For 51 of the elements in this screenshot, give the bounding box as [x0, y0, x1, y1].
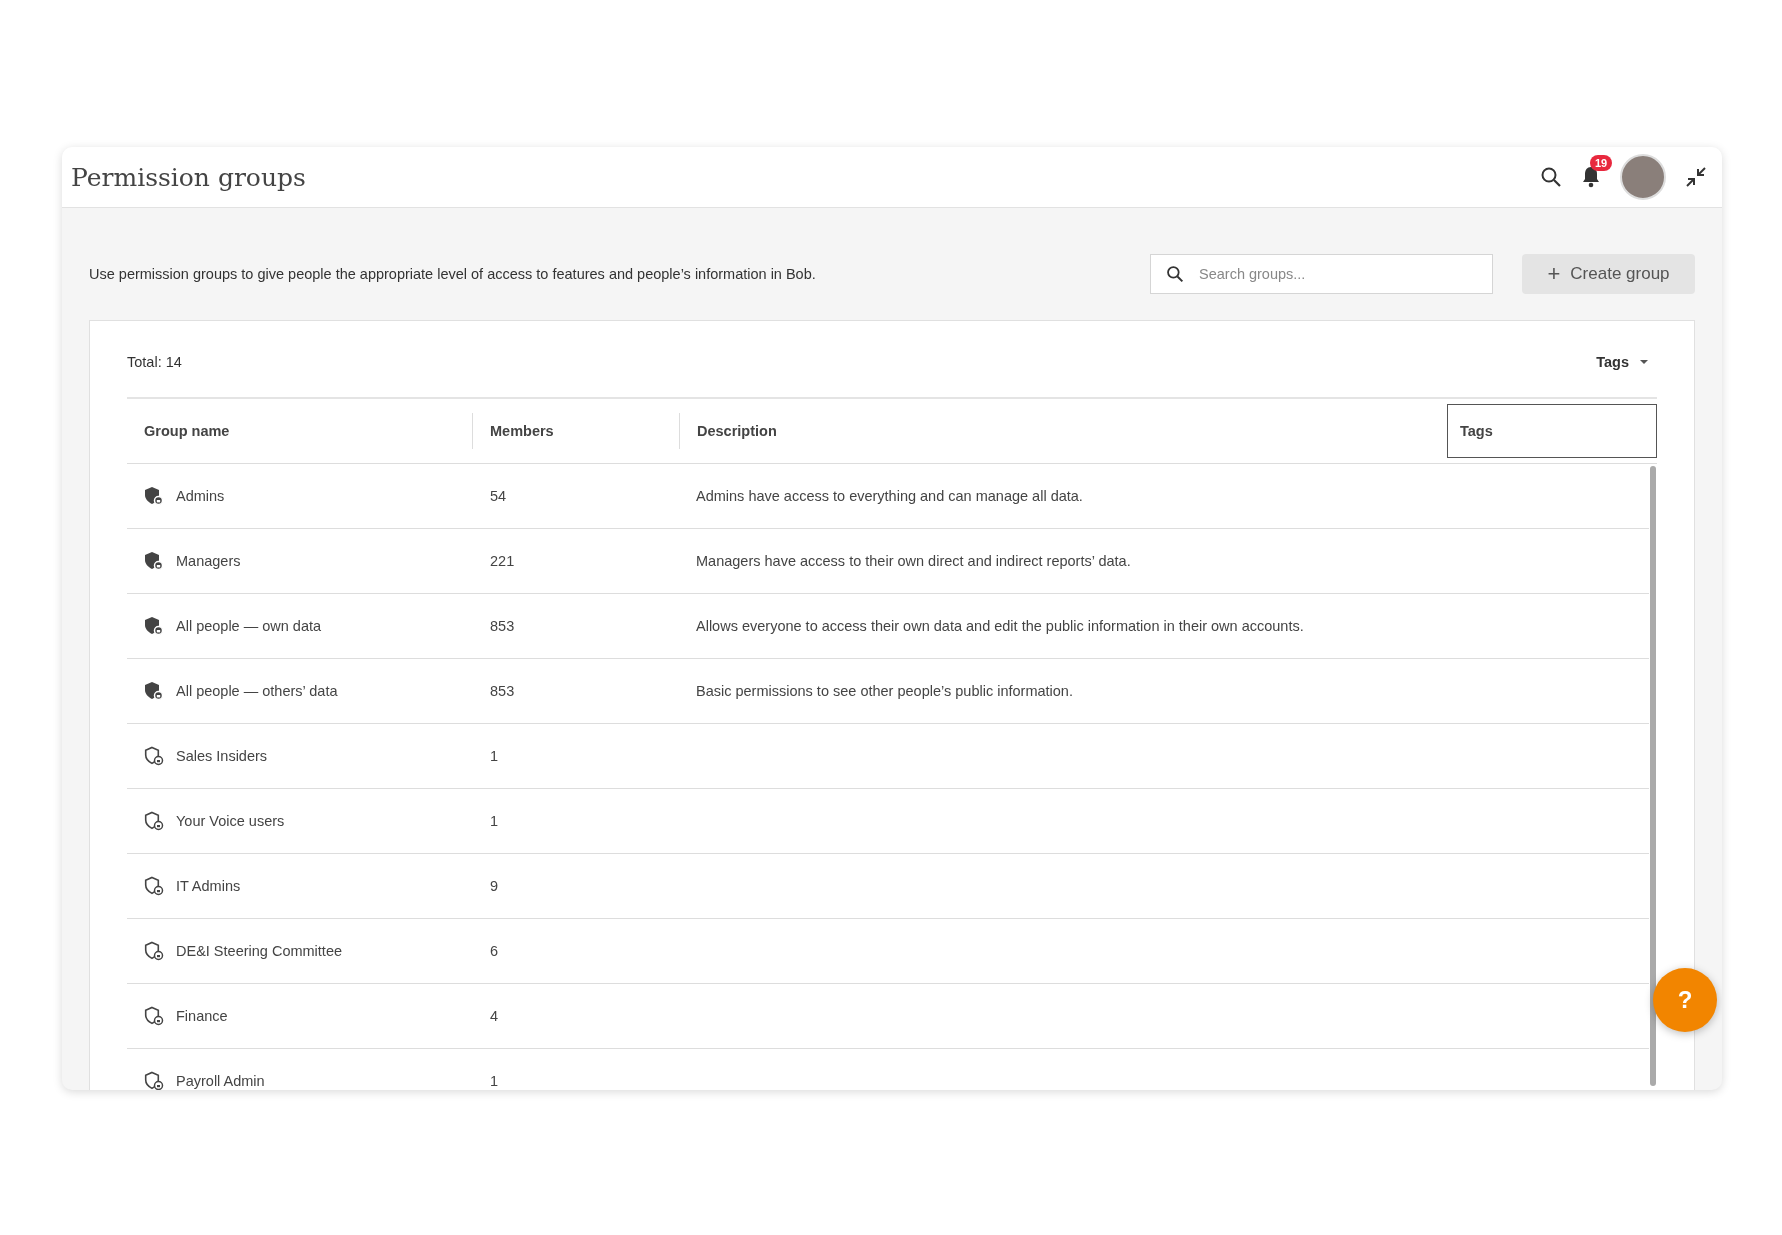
search-icon — [1166, 265, 1184, 283]
shield-icon — [144, 681, 164, 701]
column-header[interactable]: Group name — [127, 413, 472, 449]
group-description: Admins have access to everything and can manage all data. — [696, 488, 1083, 504]
bell-icon[interactable] — [1580, 165, 1602, 189]
group-name[interactable]: Finance — [176, 1008, 228, 1024]
column-header[interactable]: Members — [472, 413, 679, 449]
member-count: 853 — [490, 618, 515, 634]
group-name[interactable]: All people — others’ data — [176, 683, 338, 699]
member-count: 853 — [490, 683, 515, 699]
group-name[interactable]: DE&I Steering Committee — [176, 943, 342, 959]
group-description: Managers have access to their own direct and indirect reports’ data. — [696, 553, 1131, 569]
shield-outline-icon — [144, 1006, 164, 1026]
shield-outline-icon — [144, 876, 164, 896]
intro-text: Use permission groups to give people the appropriate level of access to features and people’s information in Bob. — [89, 266, 817, 282]
total-count: Total: 14 — [127, 354, 182, 370]
group-name[interactable]: Your Voice users — [176, 813, 285, 829]
create-group-button[interactable]: + Create group — [1522, 254, 1695, 294]
group-description: Basic permissions to see other people’s public information. — [696, 683, 1073, 699]
member-count: 6 — [490, 943, 499, 959]
group-name[interactable]: All people — own data — [176, 618, 322, 634]
member-count: 221 — [490, 553, 515, 569]
member-count: 54 — [490, 488, 507, 504]
tags-filter[interactable]: Tags — [1590, 353, 1655, 371]
column-header[interactable]: Description — [679, 413, 1447, 449]
collapse-icon[interactable] — [1684, 165, 1708, 189]
group-name[interactable]: Payroll Admin — [176, 1073, 265, 1089]
search-field[interactable]: Search groups... — [1150, 254, 1493, 294]
column-header[interactable]: Tags — [1447, 404, 1657, 458]
page-title: Permission groups — [71, 162, 306, 192]
shield-icon — [144, 486, 164, 506]
scrollbar[interactable] — [1650, 466, 1656, 1086]
member-count: 9 — [490, 878, 499, 894]
group-description: Allows everyone to access their own data and edit the public information in their own accounts. — [696, 618, 1304, 634]
caret-icon — [1639, 359, 1649, 365]
notification-badge: 19 — [1590, 155, 1613, 171]
group-name[interactable]: Sales Insiders — [176, 748, 268, 764]
member-count: 1 — [490, 1073, 499, 1089]
avatar[interactable] — [1620, 154, 1666, 200]
group-name[interactable]: IT Admins — [176, 878, 241, 894]
member-count: 1 — [490, 813, 499, 829]
shield-outline-icon — [144, 746, 164, 766]
group-name[interactable]: Managers — [176, 553, 241, 569]
shield-outline-icon — [144, 811, 164, 831]
shield-icon — [144, 616, 164, 636]
search-icon[interactable] — [1540, 166, 1562, 188]
member-count: 4 — [490, 1008, 499, 1024]
shield-icon — [144, 551, 164, 571]
shield-outline-icon — [144, 941, 164, 961]
member-count: 1 — [490, 748, 499, 764]
group-name[interactable]: Admins — [176, 488, 225, 504]
